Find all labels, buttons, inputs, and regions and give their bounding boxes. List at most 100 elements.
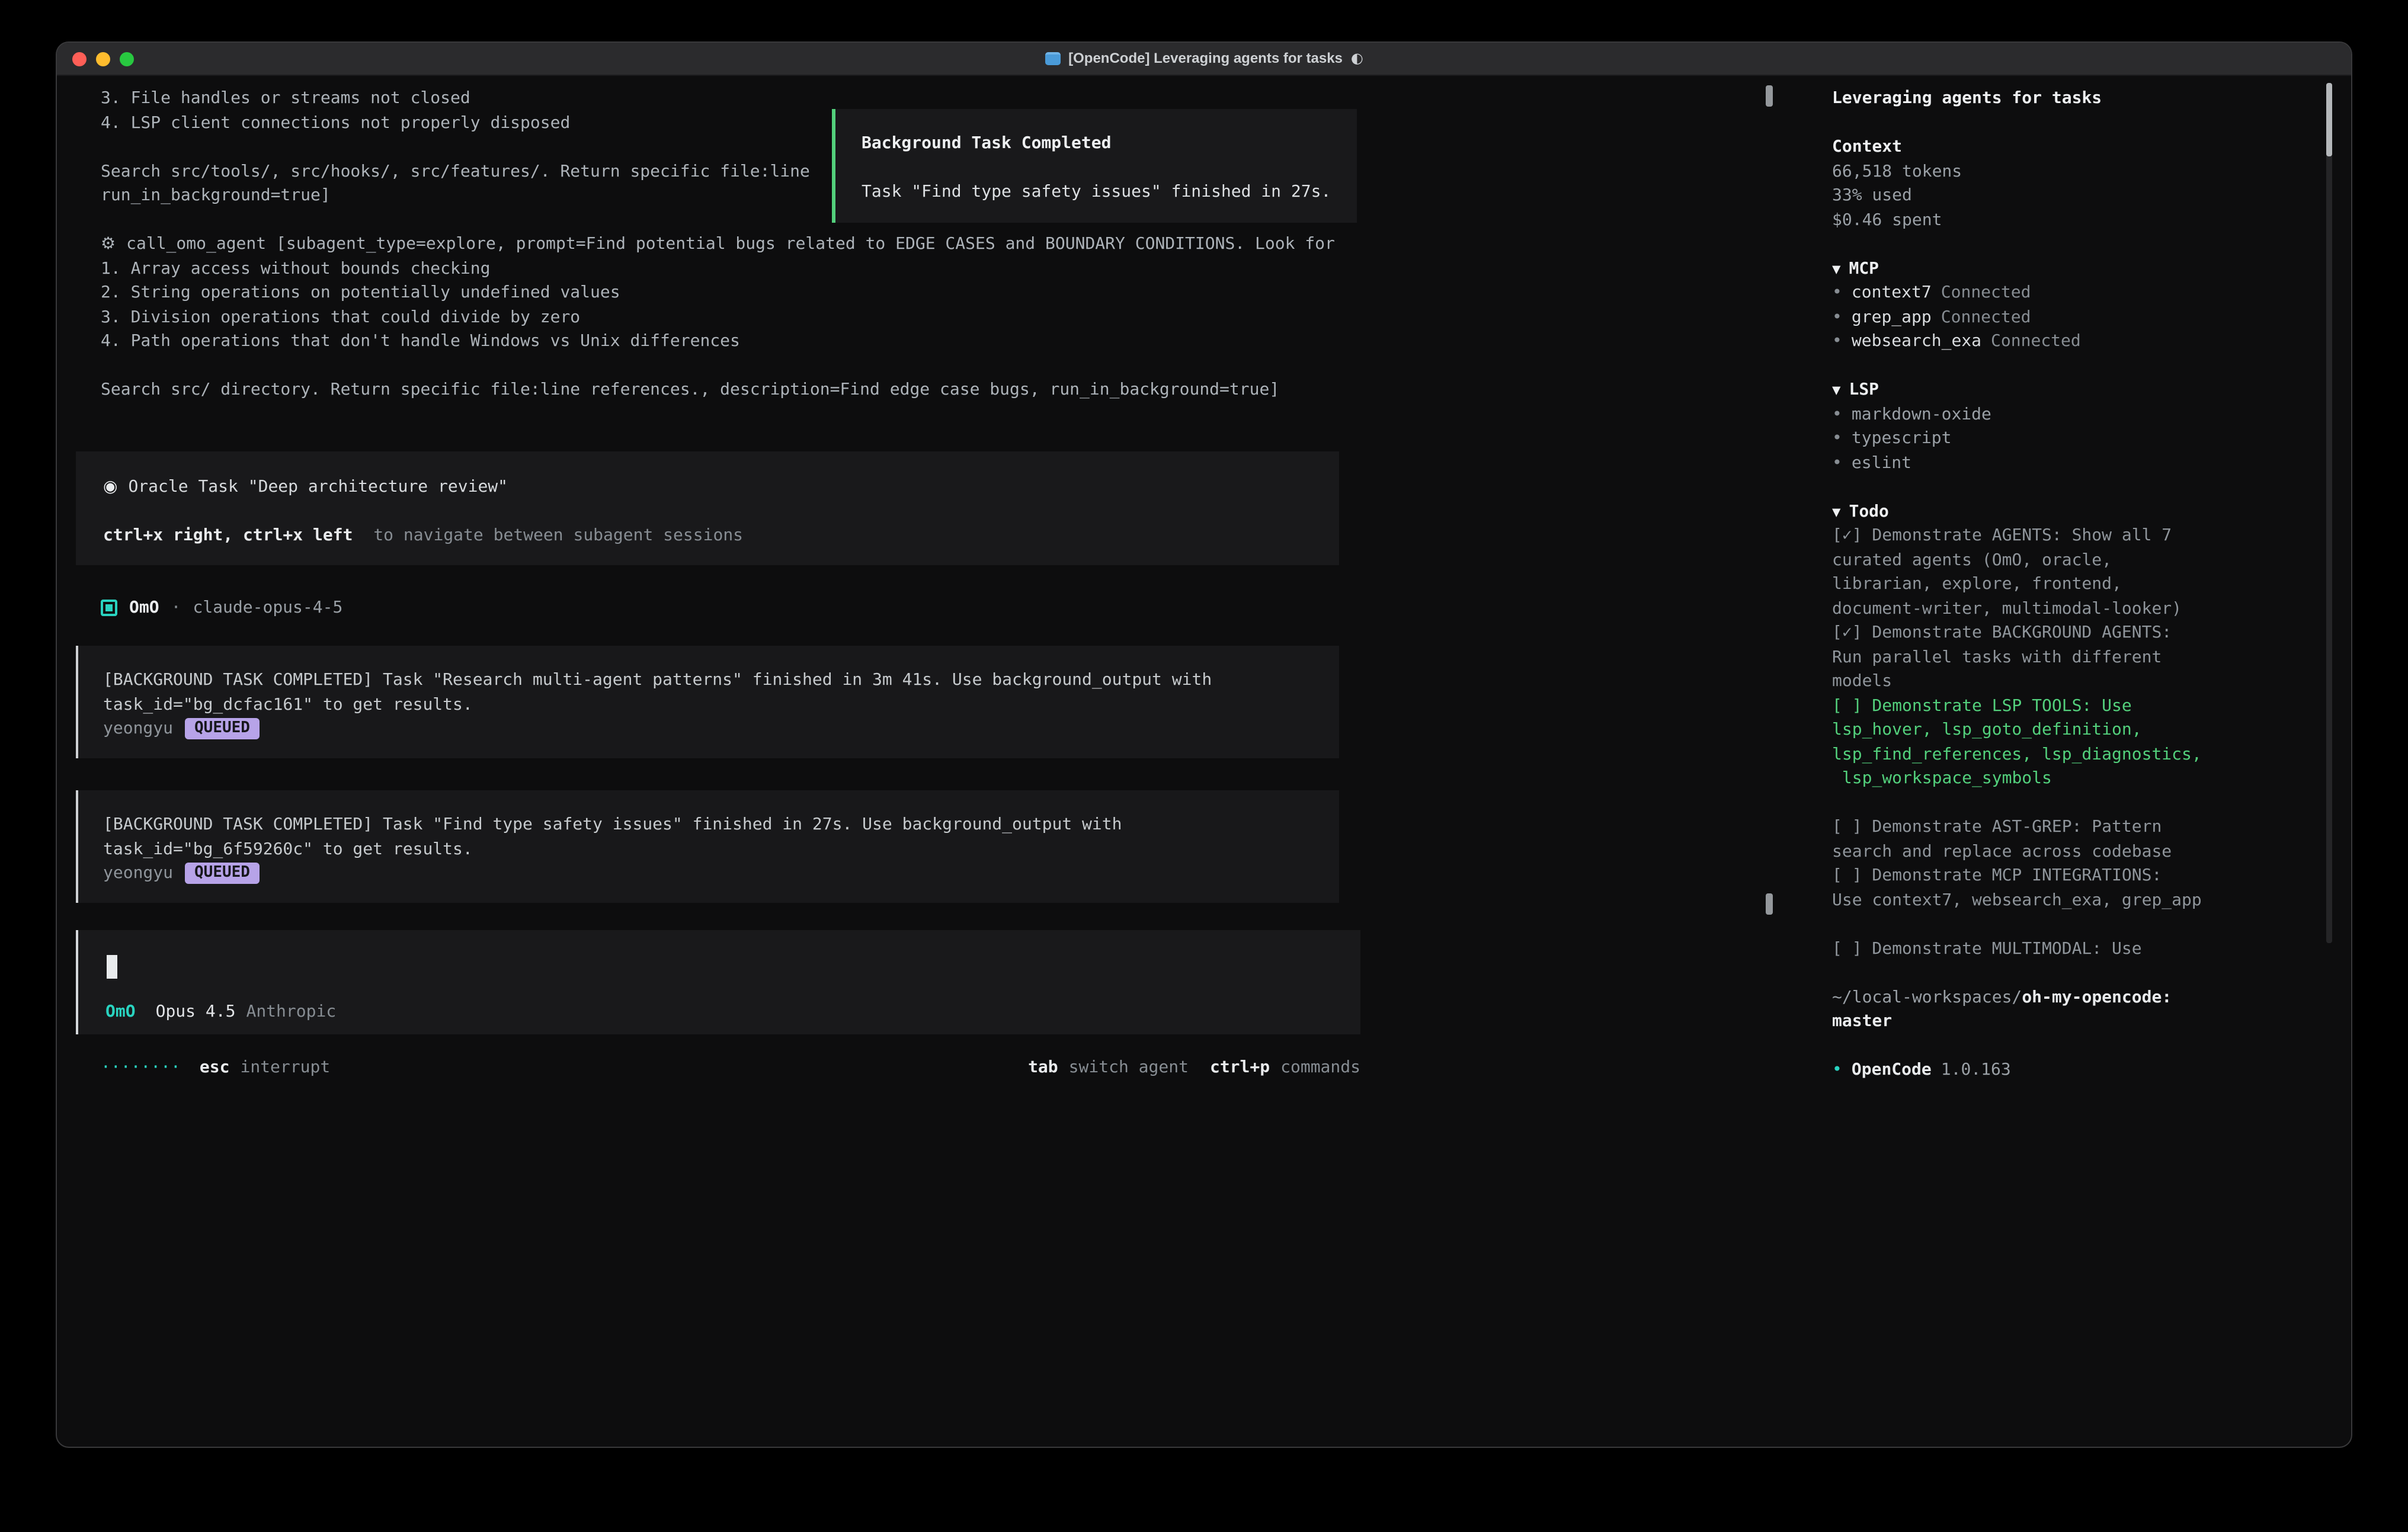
mcp-section-heading[interactable]: ▼ MCP (1832, 257, 2218, 281)
mcp-heading-label: MCP (1849, 259, 1879, 278)
lsp-item: • eslint (1832, 451, 2218, 475)
agent-header: OmO · claude-opus-4-5 (101, 596, 342, 620)
bullet-icon: • (1832, 402, 1842, 427)
agent-name: OmO (129, 596, 159, 620)
prompt-input[interactable]: OmO Opus 4.5 Anthropic (76, 930, 1360, 1034)
esc-key-hint: esc (200, 1056, 230, 1080)
app-version: 1.0.163 (1941, 1058, 2011, 1082)
context-used: 33% used (1832, 184, 2218, 208)
app-name: OpenCode (1852, 1058, 1932, 1082)
lsp-server-name: typescript (1852, 427, 1952, 451)
separator-dot-icon: · (171, 596, 181, 620)
minimize-button[interactable] (96, 52, 110, 66)
message-block: [BACKGROUND TASK COMPLETED] Task "Find t… (76, 790, 1339, 903)
workspace-path-prefix: ~/local-workspaces/ (1832, 988, 2022, 1007)
todo-item-done: [✓] Demonstrate BACKGROUND AGENTS: Run p… (1832, 621, 2218, 694)
traffic-lights (72, 43, 134, 75)
workspace-repo: oh-my-opencode: (2022, 988, 2172, 1007)
collapse-triangle-icon: ▼ (1832, 382, 1840, 398)
lsp-item: • typescript (1832, 427, 2218, 451)
agent-model: claude-opus-4-5 (193, 596, 342, 620)
tool-call-block: ⚙ call_omo_agent [subagent_type=explore,… (101, 232, 1410, 402)
message-author: yeongyu (103, 861, 173, 886)
mcp-server-status: Connected (1991, 329, 2081, 354)
status-bar: ········ esc interrupt tab switch agent … (101, 1056, 1360, 1080)
collapse-triangle-icon: ▼ (1832, 503, 1840, 520)
tab-key-label: switch agent (1069, 1056, 1189, 1080)
shortcut-keys: ctrl+x right, ctrl+x left (103, 526, 353, 545)
sidebar-content: Leveraging agents for tasks Context 66,5… (1832, 86, 2218, 1082)
workspace-path: ~/local-workspaces/oh-my-opencode: maste… (1832, 985, 2218, 1034)
bullet-icon: • (1832, 427, 1842, 451)
session-title: Leveraging agents for tasks (1832, 86, 2218, 111)
mcp-item: • websearch_exa Connected (1832, 329, 2218, 354)
zoom-button[interactable] (120, 52, 134, 66)
shortcut-description: to navigate between subagent sessions (373, 526, 743, 545)
tool-call-closing: Search src/ directory. Return specific f… (101, 378, 1410, 402)
context-tokens: 66,518 tokens (1832, 159, 2218, 184)
folder-icon (1045, 52, 1060, 65)
queued-status-badge: QUEUED (185, 863, 260, 884)
lsp-section-heading[interactable]: ▼ LSP (1832, 378, 2218, 402)
half-moon-icon: ◐ (1351, 47, 1363, 71)
tab-key-hint: tab (1028, 1056, 1058, 1080)
bullet-icon: • (1832, 305, 1842, 329)
sidebar-scrollbar-thumb[interactable] (2326, 83, 2332, 156)
message-footer: yeongyu QUEUED (103, 861, 1339, 886)
titlebar: [OpenCode] Leveraging agents for tasks ◐ (57, 43, 2351, 76)
message-text: [BACKGROUND TASK COMPLETED] Task "Find t… (103, 813, 1339, 861)
ctrlp-key-hint: ctrl+p (1210, 1056, 1270, 1080)
todo-item-done: [✓] Demonstrate AGENTS: Show all 7 curat… (1832, 524, 2218, 621)
message-footer: yeongyu QUEUED (103, 717, 1339, 741)
todo-heading-label: Todo (1849, 502, 1888, 521)
mcp-server-name: grep_app (1852, 305, 1932, 329)
text-cursor (107, 955, 117, 979)
mcp-server-name: websearch_exa (1852, 329, 1981, 354)
bullet-icon: • (1832, 1058, 1842, 1082)
mcp-item: • grep_app Connected (1832, 305, 2218, 329)
tool-call-list: 1. Array access without bounds checking … (101, 257, 1410, 354)
message-author: yeongyu (103, 717, 173, 741)
window-title-text: [OpenCode] Leveraging agents for tasks (1068, 47, 1343, 71)
message-text: [BACKGROUND TASK COMPLETED] Task "Resear… (103, 668, 1339, 717)
tool-call-header-row: ⚙ call_omo_agent [subagent_type=explore,… (101, 232, 1410, 257)
conversation-scrollbar-thumb-top[interactable] (1766, 85, 1773, 107)
spinner-dots-icon: ········ (101, 1056, 181, 1080)
opencode-terminal-window: [OpenCode] Leveraging agents for tasks ◐… (57, 43, 2351, 1447)
workspace-branch: master (1832, 1012, 1892, 1031)
todo-item-active: [ ] Demonstrate LSP TOOLS: Use lsp_hover… (1832, 694, 2218, 791)
sidebar: Leveraging agents for tasks Context 66,5… (1807, 76, 2351, 1447)
context-heading: Context (1832, 135, 2218, 159)
todo-item-pending: [ ] Demonstrate MCP INTEGRATIONS: Use co… (1832, 864, 2218, 912)
todo-section-heading[interactable]: ▼ Todo (1832, 499, 2218, 524)
conversation-scrollbar-thumb-bottom[interactable] (1766, 893, 1773, 915)
mcp-server-status: Connected (1941, 305, 2031, 329)
bullet-icon: • (1832, 281, 1842, 305)
agent-checkbox-icon (101, 600, 117, 617)
prompt-footer: OmO Opus 4.5 Anthropic (105, 999, 336, 1024)
gear-icon: ⚙ (101, 232, 116, 257)
app-version-row: • OpenCode 1.0.163 (1832, 1058, 2218, 1082)
conversation-pane: 3. File handles or streams not closed 4.… (57, 76, 1807, 1447)
lsp-heading-label: LSP (1849, 380, 1879, 399)
todo-item-pending: [ ] Demonstrate AST-GREP: Pattern search… (1832, 815, 2218, 864)
desktop: [OpenCode] Leveraging agents for tasks ◐… (0, 0, 2408, 1532)
navigation-hint: ctrl+x right, ctrl+x left to navigate be… (103, 524, 1339, 548)
lsp-server-name: eslint (1852, 451, 1911, 475)
context-spent: $0.46 spent (1832, 208, 2218, 232)
lsp-item: • markdown-oxide (1832, 402, 2218, 427)
mcp-item: • context7 Connected (1832, 281, 2218, 305)
status-bar-right: tab switch agent ctrl+p commands (1028, 1056, 1360, 1080)
model-provider-label: Anthropic (246, 999, 336, 1024)
bullet-icon: • (1832, 329, 1842, 354)
active-model-label: Opus 4.5 (156, 999, 236, 1024)
notification-title: Background Task Completed (862, 132, 1357, 156)
collapse-triangle-icon: ▼ (1832, 260, 1840, 277)
tool-call-header-text: call_omo_agent [subagent_type=explore, p… (126, 232, 1335, 257)
bullet-icon: • (1832, 451, 1842, 475)
close-button[interactable] (72, 52, 87, 66)
sidebar-scrollbar[interactable] (2326, 83, 2332, 943)
mcp-server-name: context7 (1852, 281, 1932, 305)
notification-body: Task "Find type safety issues" finished … (862, 180, 1357, 204)
lsp-server-name: markdown-oxide (1852, 402, 1991, 427)
